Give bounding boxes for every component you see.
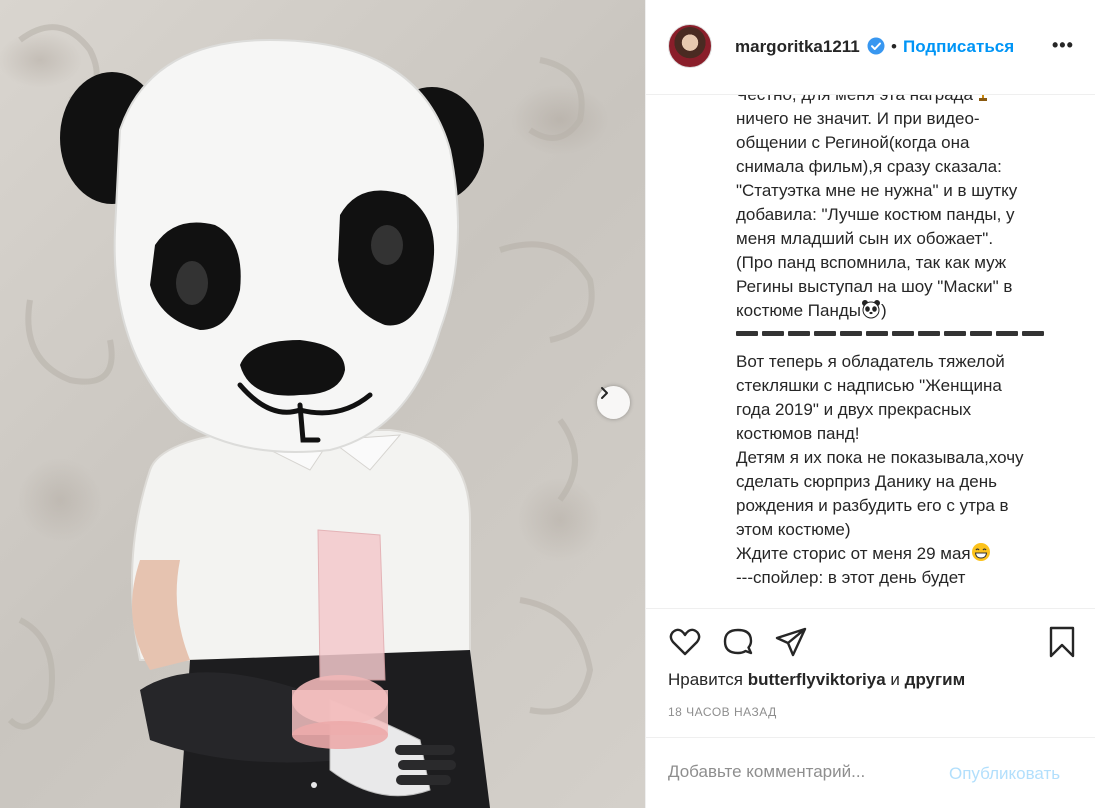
caption-line: стекляшки с надписью "Женщина [736,376,1002,395]
caption-line: общении с Региной(когда она [736,133,970,152]
caption-line: ничего не значит. И при видео- [736,109,980,128]
caption-line: (Про панд вспомнила, так как муж [736,253,1007,272]
trophy-icon [979,95,987,101]
caption-line: костюме Панды) [736,300,887,320]
likes-prefix: Нравится [668,670,744,689]
panda-face-icon [862,300,880,319]
post-timestamp[interactable]: 18 ЧАСОВ НАЗАД [668,705,777,719]
liked-by-user-link[interactable]: butterflyviktoriya [748,670,886,689]
caption-line: снимала фильм),я сразу сказала: [736,157,1002,176]
carousel-dots [311,782,317,788]
panda-photo-illustration [7,24,595,808]
post-photo[interactable] [0,0,645,808]
likes-summary: Нравится butterflyviktoriya и другим [668,670,965,690]
header-separator: • [891,37,897,56]
share-send-icon[interactable] [774,625,808,659]
verified-badge-icon [867,37,885,55]
caption-divider [736,323,1066,350]
caption-line: Вот теперь я обладатель тяжелой [736,352,1005,371]
post-side-panel: margoritka1211 • Подписаться ••• Честно,… [645,0,1095,808]
caption-line: сделать сюрприз Данику на день [736,472,997,491]
post-header: margoritka1211 • Подписаться ••• [646,0,1095,95]
caption-line: ---спойлер: в этот день будет [736,568,966,587]
caption-line: рождения и разбудить его с утра в [736,496,1009,515]
chevron-right-icon [601,387,608,399]
caption-line: года 2019" и двух прекрасных [736,400,972,419]
carousel-dot-active [311,782,317,788]
caption-line: "Статуэтка мне не нужна" и в шутку [736,181,1018,200]
caption-line: этом костюме) [736,520,851,539]
publish-comment-button[interactable]: Опубликовать [949,764,1060,784]
caption-line: Регины выступал на шоу "Маски" в [736,277,1013,296]
follow-button[interactable]: Подписаться [903,37,1014,57]
likes-and: и [890,670,900,689]
comment-form: Опубликовать [646,737,1095,809]
more-options-button[interactable]: ••• [1052,35,1074,56]
avatar[interactable] [668,24,712,68]
username-link[interactable]: margoritka1211 [735,37,860,57]
caption-line: костюмов панд! [736,424,860,443]
caption-line: Честно, для меня эта награда [736,95,1066,107]
caption-line: добавила: "Лучше костюм панды, у [736,205,1015,224]
like-heart-icon[interactable] [668,625,702,659]
comment-bubble-icon[interactable] [721,625,755,659]
caption-text: Честно, для меня эта награда ничего не з… [736,95,1066,590]
caption-line: Ждите сторис от меня 29 мая [736,542,1066,566]
post-caption-scroll[interactable]: Честно, для меня эта награда ничего не з… [646,95,1095,607]
save-bookmark-icon[interactable] [1045,625,1079,659]
caption-line: меня младший сын их обожает". [736,229,994,248]
divider-dashes-icon [736,331,1044,336]
grinning-face-icon [971,543,990,561]
liked-by-others-link[interactable]: другим [905,670,966,689]
comment-input[interactable] [668,762,928,782]
next-photo-button[interactable] [597,386,630,419]
caption-line: Детям я их пока не показывала,хочу [736,448,1024,467]
post-actions [646,608,1095,658]
